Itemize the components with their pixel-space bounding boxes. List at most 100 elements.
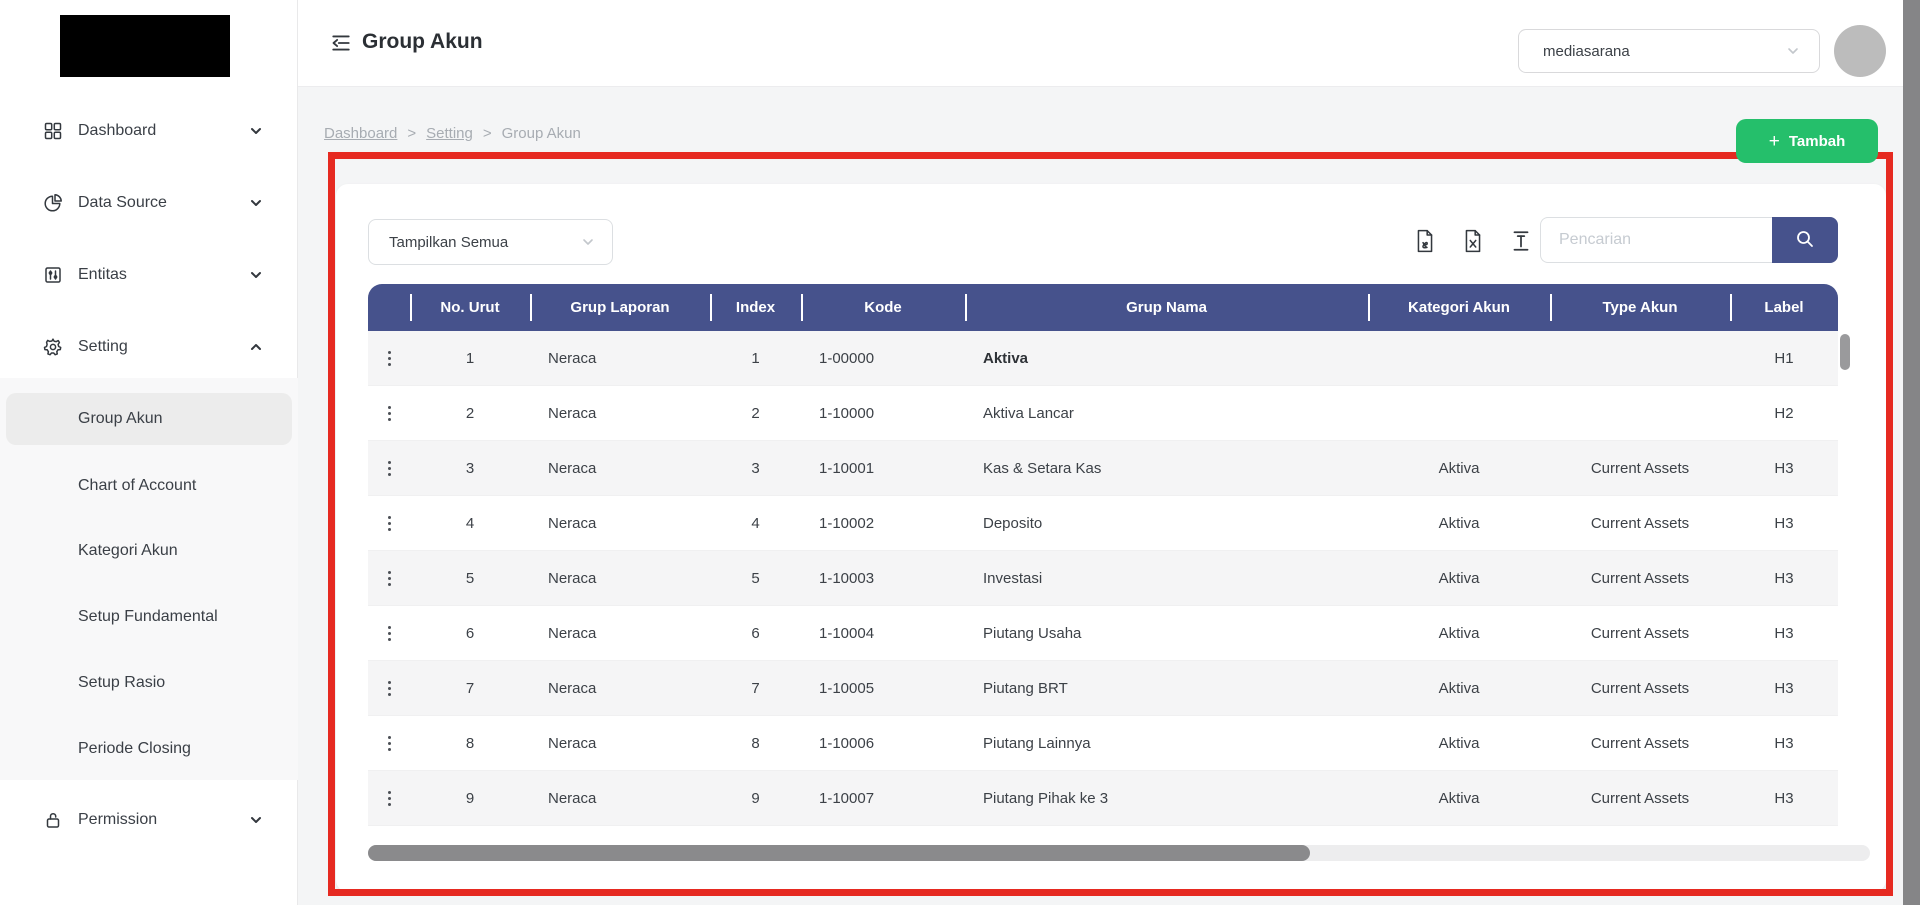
- breadcrumb-link-dashboard[interactable]: Dashboard: [324, 125, 397, 142]
- row-menu-kebab-icon[interactable]: [380, 510, 399, 537]
- table-row[interactable]: 4Neraca41-10002DepositoAktivaCurrent Ass…: [368, 496, 1838, 551]
- cell-no-urut: 4: [410, 496, 530, 550]
- sliders-icon: [42, 264, 64, 286]
- cell-grup-nama: Investasi: [965, 551, 1368, 605]
- cell-kategori-akun: Aktiva: [1368, 716, 1550, 770]
- cell-type-akun: Current Assets: [1550, 551, 1730, 605]
- sidebar-item-chart-of-account[interactable]: Chart of Account: [0, 460, 298, 512]
- table-vertical-scrollbar[interactable]: [1840, 334, 1850, 370]
- table-row[interactable]: 7Neraca71-10005Piutang BRTAktivaCurrent …: [368, 661, 1838, 716]
- sidebar-item-group-akun[interactable]: Group Akun: [6, 393, 292, 445]
- row-menu-kebab-icon[interactable]: [380, 455, 399, 482]
- plus-icon: +: [1769, 132, 1780, 151]
- cell-no-urut: 9: [410, 771, 530, 825]
- pie-chart-icon: [42, 192, 64, 214]
- setting-submenu: Group Akun Chart of Account Kategori Aku…: [0, 378, 298, 780]
- cell-actions: [368, 496, 410, 550]
- search-button[interactable]: [1772, 217, 1838, 263]
- chevron-down-icon: [1785, 43, 1801, 64]
- cell-kategori-akun: Aktiva: [1368, 606, 1550, 660]
- table-row[interactable]: 1Neraca11-00000AktivaH1: [368, 331, 1838, 386]
- app-window: Dashboard Data Source Entitas: [0, 0, 1920, 905]
- column-header[interactable]: Type Akun: [1550, 284, 1730, 331]
- row-menu-kebab-icon[interactable]: [380, 730, 399, 757]
- row-menu-kebab-icon[interactable]: [380, 620, 399, 647]
- cell-grup-nama: Piutang BRT: [965, 661, 1368, 715]
- cell-kode: 1-10002: [801, 496, 965, 550]
- cell-grup-laporan: Neraca: [530, 331, 710, 385]
- column-header[interactable]: Kode: [801, 284, 965, 331]
- cell-type-akun: Current Assets: [1550, 496, 1730, 550]
- breadcrumb-link-setting[interactable]: Setting: [426, 125, 473, 142]
- sidebar-item-setup-fundamental[interactable]: Setup Fundamental: [0, 591, 298, 643]
- sidebar-item-setup-rasio[interactable]: Setup Rasio: [0, 657, 298, 709]
- lock-icon: [42, 809, 64, 831]
- cell-no-urut: 5: [410, 551, 530, 605]
- tambah-button-label: Tambah: [1789, 133, 1845, 150]
- cell-label: H1: [1730, 331, 1838, 385]
- filter-select-value: Tampilkan Semua: [389, 234, 508, 251]
- column-header[interactable]: Kategori Akun: [1368, 284, 1550, 331]
- table-row[interactable]: 5Neraca51-10003InvestasiAktivaCurrent As…: [368, 551, 1838, 606]
- dashboard-grid-icon: [42, 120, 64, 142]
- sidebar-item-label: Permission: [78, 811, 157, 829]
- search-input[interactable]: [1540, 217, 1772, 263]
- sidebar-item-permission[interactable]: Permission: [0, 796, 298, 844]
- cell-label: H3: [1730, 496, 1838, 550]
- export-toolbar: [1414, 229, 1532, 253]
- table-horizontal-scrollbar-thumb[interactable]: [368, 845, 1310, 861]
- column-header[interactable]: Index: [710, 284, 801, 331]
- column-header[interactable]: No. Urut: [410, 284, 530, 331]
- submenu-item-label: Setup Fundamental: [78, 608, 218, 626]
- column-header[interactable]: Label: [1730, 284, 1838, 331]
- sidebar-item-kategori-akun[interactable]: Kategori Akun: [0, 525, 298, 577]
- sidebar-item-setting[interactable]: Setting: [0, 323, 298, 371]
- cell-kategori-akun: [1368, 386, 1550, 440]
- cell-label: H3: [1730, 606, 1838, 660]
- cell-grup-laporan: Neraca: [530, 716, 710, 770]
- submenu-item-label: Chart of Account: [78, 477, 196, 495]
- filter-select[interactable]: Tampilkan Semua: [368, 219, 613, 265]
- row-menu-kebab-icon[interactable]: [380, 565, 399, 592]
- table-horizontal-scrollbar-track[interactable]: [368, 845, 1870, 861]
- sidebar-item-dashboard[interactable]: Dashboard: [0, 107, 298, 155]
- cell-no-urut: 8: [410, 716, 530, 770]
- cell-index: 4: [710, 496, 801, 550]
- sidebar-item-data-source[interactable]: Data Source: [0, 179, 298, 227]
- row-menu-kebab-icon[interactable]: [380, 400, 399, 427]
- row-menu-kebab-icon[interactable]: [380, 785, 399, 812]
- row-menu-kebab-icon[interactable]: [380, 345, 399, 372]
- row-menu-kebab-icon[interactable]: [380, 675, 399, 702]
- column-header[interactable]: Grup Nama: [965, 284, 1368, 331]
- cell-type-akun: Current Assets: [1550, 771, 1730, 825]
- pdf-file-icon[interactable]: [1414, 229, 1436, 253]
- cell-type-akun: [1550, 386, 1730, 440]
- cell-no-urut: 2: [410, 386, 530, 440]
- group-akun-table: No. Urut Grup Laporan Index Kode Grup Na…: [368, 284, 1838, 826]
- column-header[interactable]: Grup Laporan: [530, 284, 710, 331]
- avatar[interactable]: [1834, 25, 1886, 77]
- sidebar-item-label: Setting: [78, 338, 128, 356]
- excel-file-icon[interactable]: [1462, 229, 1484, 253]
- table-card: Tampilkan Semua: [336, 184, 1886, 892]
- text-height-icon[interactable]: [1510, 229, 1532, 253]
- sidebar-item-entitas[interactable]: Entitas: [0, 251, 298, 299]
- search-icon: [1795, 229, 1815, 252]
- menu-fold-icon[interactable]: [330, 32, 352, 54]
- cell-label: H3: [1730, 771, 1838, 825]
- window-scrollbar[interactable]: [1903, 0, 1920, 905]
- cell-kategori-akun: [1368, 331, 1550, 385]
- table-row[interactable]: 9Neraca91-10007Piutang Pihak ke 3AktivaC…: [368, 771, 1838, 826]
- cell-type-akun: Current Assets: [1550, 716, 1730, 770]
- table-body: 1Neraca11-00000AktivaH12Neraca21-10000Ak…: [368, 331, 1838, 826]
- table-row[interactable]: 6Neraca61-10004Piutang UsahaAktivaCurren…: [368, 606, 1838, 661]
- sidebar-item-label: Data Source: [78, 194, 167, 212]
- entity-select[interactable]: mediasarana: [1518, 29, 1820, 73]
- table-row[interactable]: 3Neraca31-10001Kas & Setara KasAktivaCur…: [368, 441, 1838, 496]
- table-row[interactable]: 2Neraca21-10000Aktiva LancarH2: [368, 386, 1838, 441]
- table-row[interactable]: 8Neraca81-10006Piutang LainnyaAktivaCurr…: [368, 716, 1838, 771]
- cell-kode: 1-10007: [801, 771, 965, 825]
- sidebar-item-periode-closing[interactable]: Periode Closing: [0, 723, 298, 775]
- submenu-item-label: Periode Closing: [78, 740, 191, 758]
- tambah-button[interactable]: + Tambah: [1736, 119, 1878, 163]
